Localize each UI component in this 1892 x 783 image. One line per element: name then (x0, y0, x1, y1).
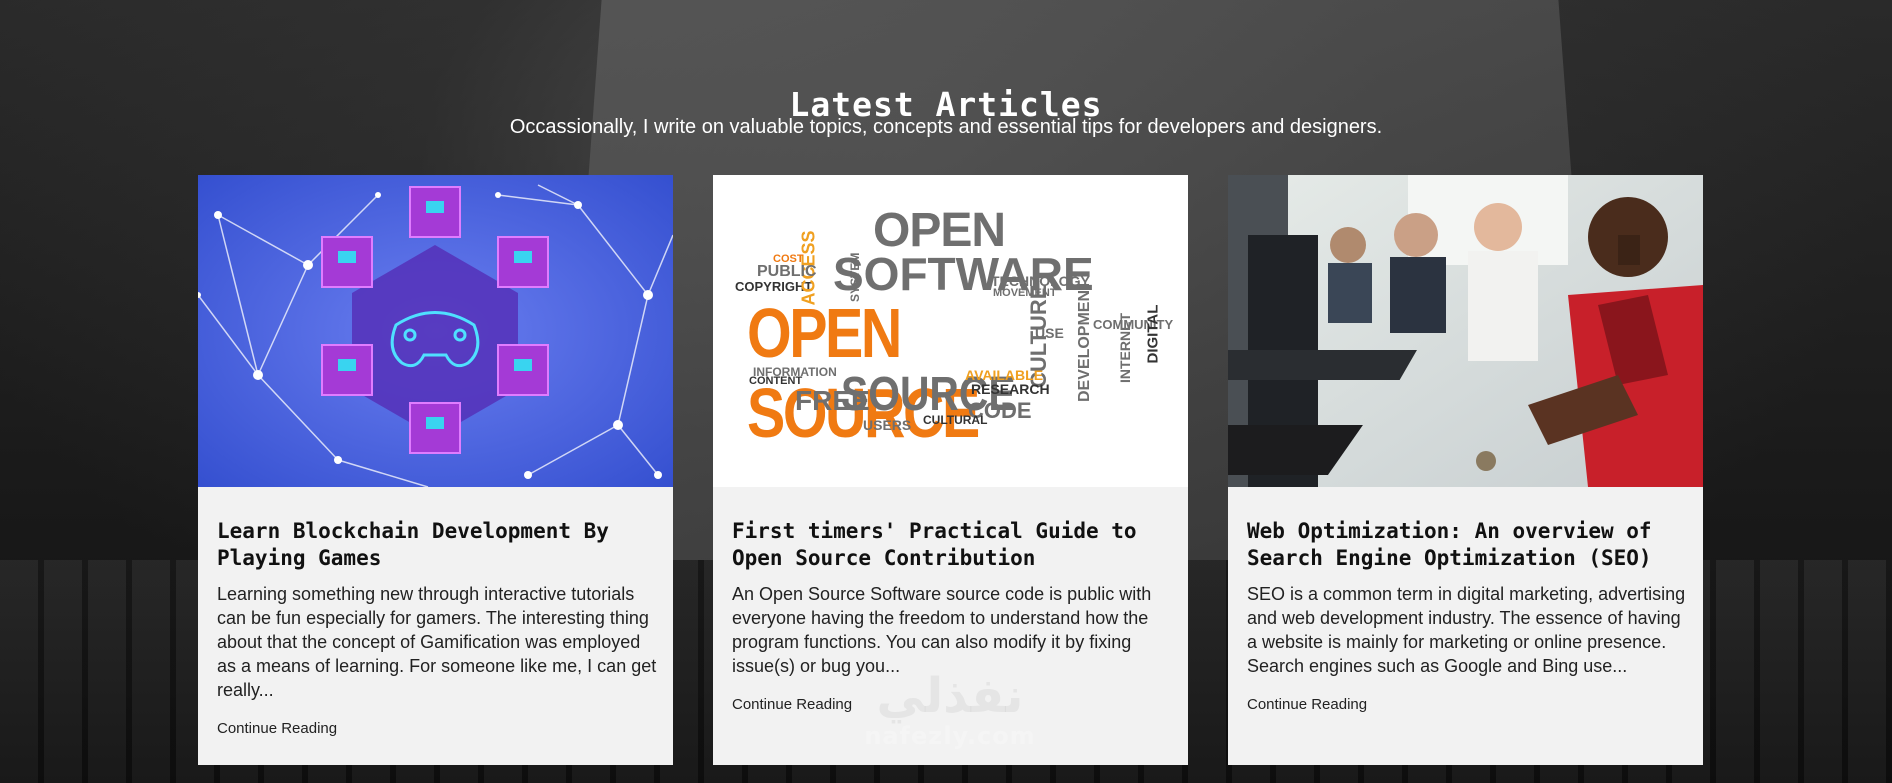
cloud-word: SYSTEM (848, 252, 862, 302)
latest-articles-section: Latest Articles Occassionally, I write o… (0, 0, 1892, 783)
article-body: Learn Blockchain Development By Playing … (217, 518, 657, 737)
cloud-word: CULTURAL (923, 413, 988, 427)
article-excerpt: Learning something new through interacti… (217, 584, 657, 700)
watermark-arabic: نفذلي (876, 668, 1024, 724)
watermark-latin: nafezly.com (864, 722, 1036, 750)
cloud-word: MOVEMENT (993, 287, 1057, 299)
cloud-word: COST (773, 253, 804, 265)
cloud-word: USE (1035, 325, 1064, 341)
article-card-blockchain[interactable]: Learn Blockchain Development By Playing … (198, 175, 673, 765)
blockchain-illustration (198, 175, 673, 487)
article-title[interactable]: First timers' Practical Guide to Open So… (732, 518, 1172, 572)
cloud-word: CONTENT (749, 375, 803, 387)
cloud-word: USERS (863, 417, 912, 433)
cloud-word: DIGITAL (1144, 304, 1162, 364)
continue-reading-link[interactable]: Continue Reading (217, 720, 337, 737)
article-card-seo[interactable]: Web Optimization: An overview of Search … (1228, 175, 1703, 765)
article-title[interactable]: Web Optimization: An overview of Search … (1247, 518, 1687, 572)
cloud-word: PUBLIC (757, 263, 817, 280)
article-image-seo[interactable] (1228, 175, 1703, 487)
article-excerpt: SEO is a common term in digital marketin… (1247, 584, 1686, 676)
article-image-open-source[interactable]: OPEN SOFTWARE OPEN SOURCE SOURCE FREE CO… (713, 175, 1188, 487)
article-title[interactable]: Learn Blockchain Development By Playing … (217, 518, 657, 572)
article-body: Web Optimization: An overview of Search … (1247, 518, 1687, 713)
cloud-word: INTERNET (1117, 313, 1133, 383)
people-at-computers-photo (1228, 175, 1703, 487)
article-image-blockchain[interactable] (198, 175, 673, 487)
cloud-word: AVAILABLE (965, 367, 1044, 383)
cloud-word: RESEARCH (971, 381, 1050, 397)
section-subtitle: Occassionally, I write on valuable topic… (509, 116, 1383, 138)
article-excerpt: An Open Source Software source code is p… (732, 584, 1152, 676)
site-watermark: نفذلي nafezly.com (830, 670, 1070, 750)
continue-reading-link[interactable]: Continue Reading (1247, 696, 1367, 713)
cloud-word: DEVELOPMENT (1076, 280, 1093, 402)
open-source-word-cloud: OPEN SOFTWARE OPEN SOURCE SOURCE FREE CO… (713, 175, 1188, 487)
cloud-word: FREE (795, 385, 870, 416)
